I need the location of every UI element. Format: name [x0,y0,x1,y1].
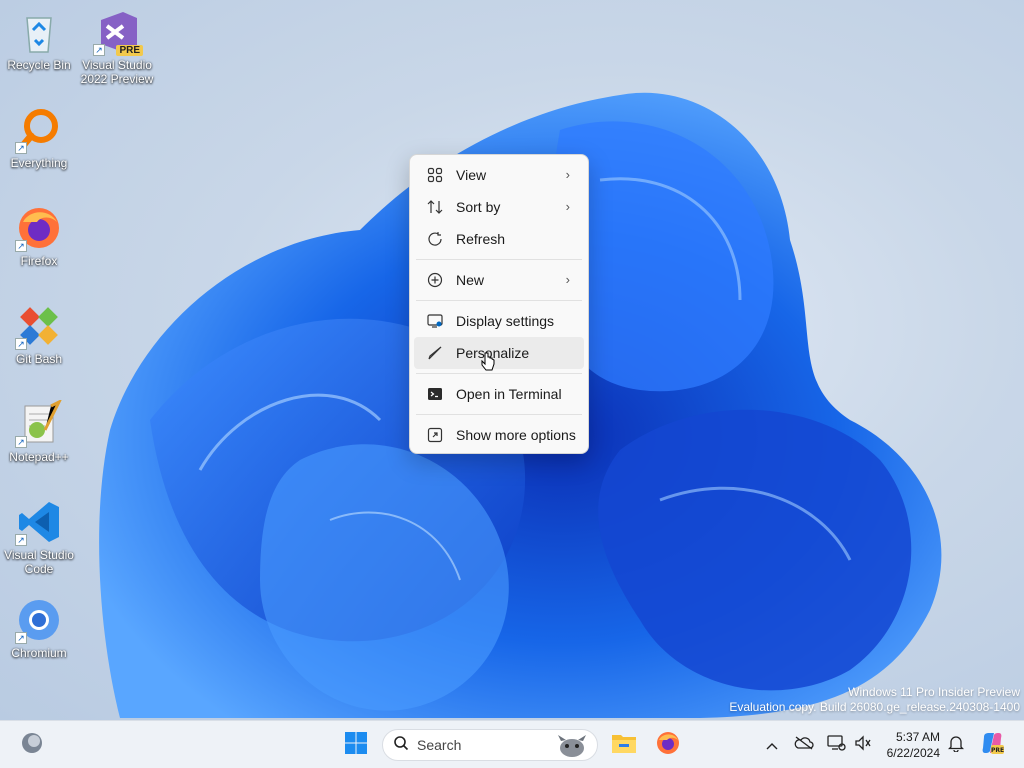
refresh-icon [426,230,444,248]
show-more-options-icon [426,426,444,444]
network-icon [826,734,846,757]
desktop-icon-chromium[interactable]: ↗ Chromium [0,596,78,660]
new-plus-icon [426,271,444,289]
firefox-icon: ↗ [15,204,63,252]
search-icon [393,735,409,756]
clock-time: 5:37 AM [895,730,940,744]
menu-item-sort-by[interactable]: Sort by › [414,191,584,223]
menu-item-label: Refresh [456,231,506,247]
widgets-button[interactable] [14,725,50,765]
shortcut-arrow-icon: ↗ [15,632,27,644]
menu-item-refresh[interactable]: Refresh [414,223,584,255]
personalize-brush-icon [426,344,444,362]
desktop-icon-label: Notepad++ [9,450,69,464]
start-button[interactable] [338,725,374,765]
notification-center-button[interactable] [944,725,968,765]
menu-separator [416,300,582,301]
onedrive-icon [794,735,814,755]
shortcut-arrow-icon: ↗ [15,338,27,350]
start-icon [344,731,368,760]
desktop-icon-vscode[interactable]: ↗ Visual Studio Code [0,498,78,576]
chevron-right-icon: › [565,272,570,287]
desktop-icon-label: Firefox [20,254,58,268]
notepad-plus-plus-icon: ↗ [15,398,63,448]
network-tray-button[interactable] [824,725,848,765]
watermark-line-1: Windows 11 Pro Insider Preview [848,685,1020,699]
desktop-icon-git-bash[interactable]: ↗ Git Bash [0,302,78,366]
pre-badge: PRE [116,45,143,56]
desktop-icon-firefox[interactable]: ↗ Firefox [0,204,78,268]
firefox-taskbar-button[interactable] [650,725,686,765]
menu-item-label: Show more options [456,427,576,443]
desktop-icon-everything[interactable]: ↗ Everything [0,106,78,170]
taskbar-search-box[interactable]: Search [382,729,598,761]
menu-item-label: View [456,167,487,183]
sort-icon [426,198,444,216]
mouse-cursor-icon [481,352,495,379]
menu-separator [416,259,582,260]
search-placeholder: Search [417,737,462,753]
display-settings-icon [426,312,444,330]
desktop-icon-label: Git Bash [15,352,63,366]
clock[interactable]: 5:37 AM 6/22/2024 [887,729,940,761]
desktop-icon-notepad-plus-plus[interactable]: ↗ Notepad++ [0,398,78,464]
desktop-icon-label: Everything [10,156,68,170]
menu-item-open-in-terminal[interactable]: Open in Terminal [414,378,584,410]
vscode-icon: ↗ [15,498,63,546]
search-highlight-icon [555,733,589,764]
menu-item-label: Sort by [456,199,501,215]
volume-tray-button[interactable] [852,725,874,765]
widgets-icon [20,731,44,760]
notification-bell-icon [947,734,965,757]
menu-item-label: Open in Terminal [456,386,562,402]
shortcut-arrow-icon: ↗ [15,142,27,154]
evaluation-watermark: Windows 11 Pro Insider Preview Evaluatio… [729,685,1020,715]
menu-item-view[interactable]: View › [414,159,584,191]
shortcut-arrow-icon: ↗ [93,44,105,56]
desktop-icon-label: Visual Studio 2022 Preview [80,58,154,86]
svg-text:PRE: PRE [991,747,1004,754]
file-explorer-button[interactable] [606,725,642,765]
chevron-up-icon [766,737,778,753]
chromium-icon: ↗ [15,596,63,644]
firefox-icon [656,731,680,760]
onedrive-tray-button[interactable] [792,725,816,765]
copilot-icon: PRE [980,731,1004,760]
recycle-bin-icon [15,8,63,56]
chevron-right-icon: › [565,167,570,182]
shortcut-arrow-icon: ↗ [15,240,27,252]
shortcut-arrow-icon: ↗ [15,534,27,546]
menu-item-new[interactable]: New › [414,264,584,296]
desktop-icon-label: Recycle Bin [7,58,71,72]
menu-item-display-settings[interactable]: Display settings [414,305,584,337]
menu-item-personalize[interactable]: Personalize [414,337,584,369]
file-explorer-icon [611,732,637,759]
visual-studio-icon: PRE ↗ [93,8,143,56]
desktop-icon-recycle-bin[interactable]: Recycle Bin [0,8,78,72]
git-bash-icon: ↗ [15,302,63,350]
view-grid-icon [426,166,444,184]
watermark-line-2: Evaluation copy. Build 26080.ge_release.… [729,700,1020,714]
desktop-icon-label: Visual Studio Code [4,548,74,576]
shortcut-arrow-icon: ↗ [15,436,27,448]
desktop-icon-visual-studio[interactable]: PRE ↗ Visual Studio 2022 Preview [78,8,156,86]
tray-overflow-button[interactable] [762,725,782,765]
menu-separator [416,373,582,374]
volume-icon [854,734,872,756]
clock-date: 6/22/2024 [886,746,940,760]
everything-search-icon: ↗ [15,106,63,154]
desktop-icon-label: Chromium [11,646,67,660]
menu-item-label: New [456,272,485,288]
taskbar: Search 5:37 AM 6/22/2024 PRE [0,720,1024,768]
desktop-context-menu: View › Sort by › Refresh New › Display s… [409,154,589,454]
copilot-button[interactable]: PRE [978,725,1006,765]
terminal-icon [426,385,444,403]
menu-separator [416,414,582,415]
menu-item-show-more-options[interactable]: Show more options [414,419,584,451]
menu-item-label: Display settings [456,313,555,329]
chevron-right-icon: › [565,199,570,214]
